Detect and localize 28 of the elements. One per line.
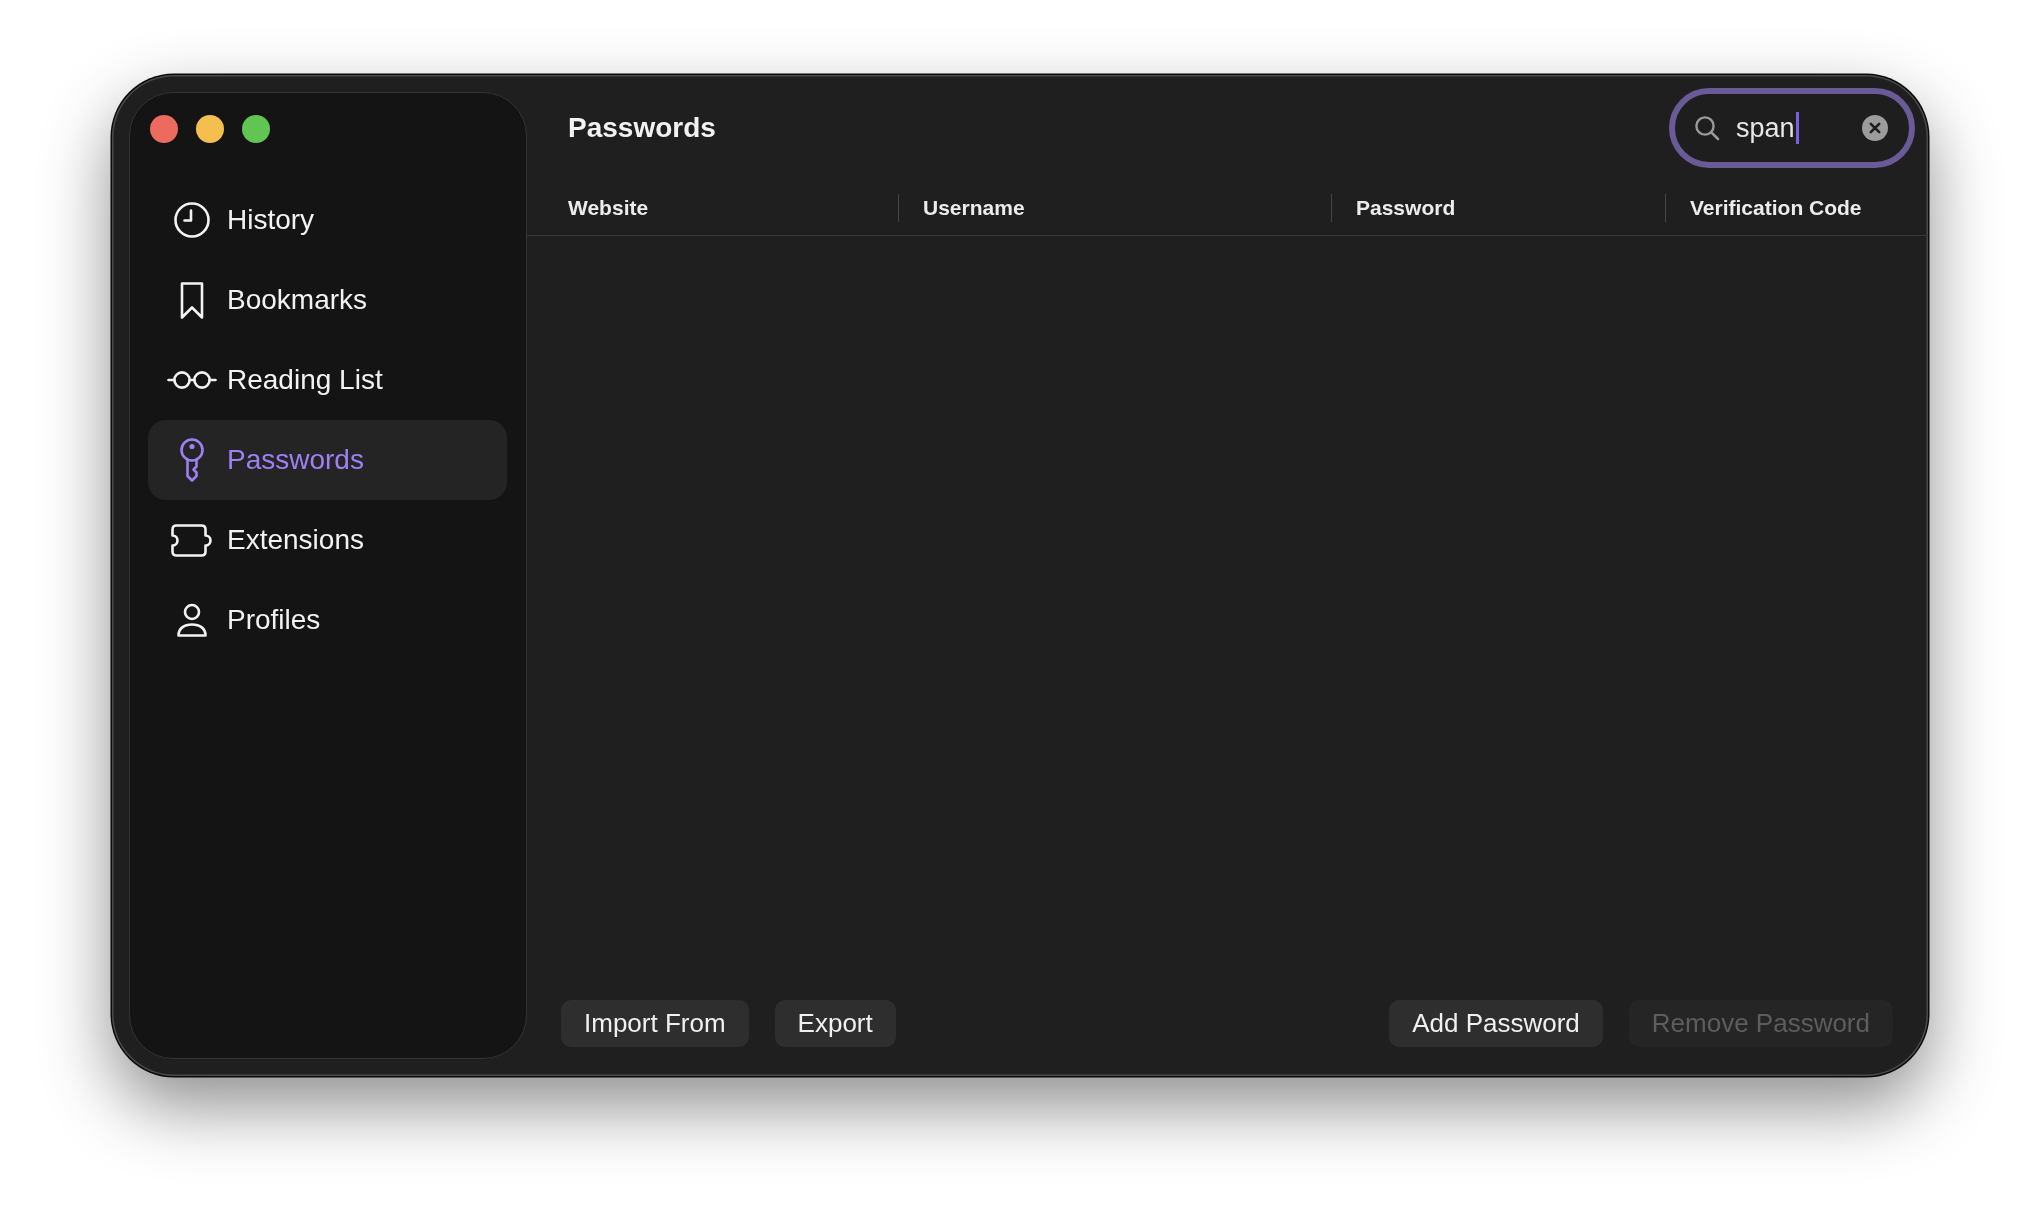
puzzle-piece-icon: [170, 522, 214, 558]
glasses-icon: [167, 370, 217, 390]
action-button[interactable]: Export: [774, 1000, 896, 1047]
minimize-icon[interactable]: [196, 115, 224, 143]
key-icon: [179, 437, 205, 483]
sidebar-item[interactable]: Passwords: [148, 420, 507, 500]
column-header[interactable]: Username: [923, 196, 1025, 220]
sidebar-item[interactable]: Reading List: [148, 340, 507, 420]
action-button: Remove Password: [1628, 1000, 1893, 1047]
sidebar-item[interactable]: Profiles: [148, 580, 507, 660]
sidebar-item[interactable]: History: [148, 180, 507, 260]
person-icon: [176, 602, 208, 638]
action-button[interactable]: Add Password: [1389, 1000, 1603, 1047]
text-cursor: [1795, 112, 1799, 144]
sidebar-item[interactable]: Extensions: [148, 500, 507, 580]
sidebar-item[interactable]: Bookmarks: [148, 260, 507, 340]
search-icon: [1694, 115, 1720, 141]
action-button[interactable]: Import From: [561, 1000, 749, 1047]
fullscreen-icon[interactable]: [242, 115, 270, 143]
close-icon[interactable]: [150, 115, 178, 143]
column-header[interactable]: Verification Code: [1690, 196, 1862, 220]
clock-icon: [174, 202, 210, 238]
bookmark-icon: [179, 280, 205, 320]
search-field[interactable]: span: [1669, 88, 1915, 168]
page-title: Passwords: [568, 112, 716, 144]
clear-icon[interactable]: [1862, 115, 1888, 141]
column-header[interactable]: Password: [1356, 196, 1456, 220]
column-header[interactable]: Website: [568, 196, 649, 220]
